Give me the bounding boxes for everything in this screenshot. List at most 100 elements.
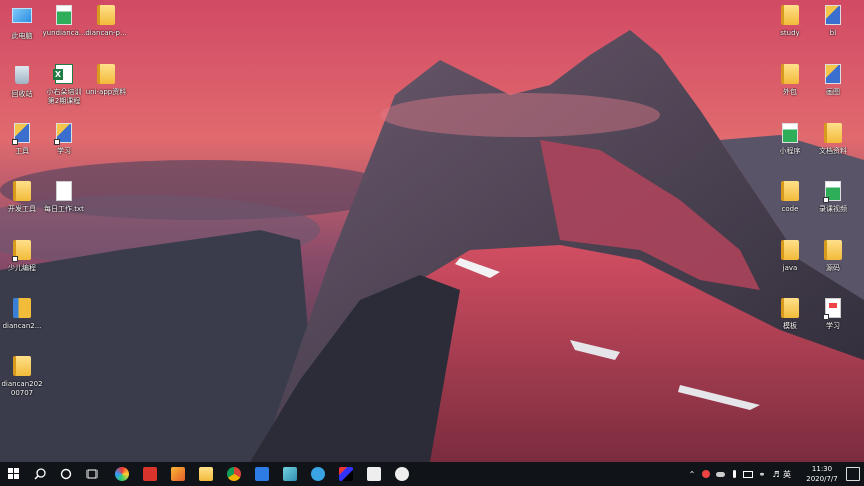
tray-mic[interactable] <box>728 462 740 486</box>
folder-icon <box>13 181 31 201</box>
taskbar-file-explorer[interactable] <box>194 462 218 486</box>
desktop-icon-recorded-videos[interactable]: 录课视频 <box>811 181 855 214</box>
desktop-icon-yundianca[interactable]: yundianca... <box>42 5 86 38</box>
desktop-icon-template[interactable]: 模板 <box>768 298 812 331</box>
desktop-icon-diancan-p[interactable]: diancan-p... <box>84 5 128 38</box>
desktop-icon-bl[interactable]: bl <box>811 5 855 38</box>
clock-time: 11:30 <box>811 465 833 473</box>
wallpaper-mountain <box>0 0 864 462</box>
desktop-icon-mini-program[interactable]: 小程序 <box>768 123 812 156</box>
icon-label: diancan-p... <box>85 29 127 37</box>
taskbar-app-1[interactable] <box>110 462 134 486</box>
task-view-icon <box>86 469 98 479</box>
wifi-icon: ⚭ <box>758 469 766 479</box>
excel-icon <box>53 64 73 84</box>
desktop-icon-diancan-zip[interactable]: diancan2... <box>0 298 44 331</box>
teal-app-icon <box>283 467 297 481</box>
computer-icon <box>12 8 32 23</box>
folder-icon <box>781 5 799 25</box>
shortcut-icon <box>56 123 72 143</box>
system-clock[interactable]: 11:30 2020/7/7 <box>802 464 842 484</box>
taskbar-app-9[interactable] <box>334 462 358 486</box>
desktop-icon-daily-work[interactable]: 每日工作.txt <box>42 181 86 214</box>
file-icon <box>56 5 72 25</box>
icon-label: diancan2... <box>2 322 42 330</box>
archive-icon <box>13 298 31 318</box>
desktop-icon-study[interactable]: 学习 <box>42 123 86 156</box>
folder-icon <box>824 240 842 260</box>
speaker-icon: ♬ <box>772 469 780 479</box>
icon-label: yundianca... <box>42 29 86 37</box>
search-button[interactable] <box>28 462 52 486</box>
taskbar-app-2[interactable] <box>138 462 162 486</box>
windows-icon <box>8 468 19 479</box>
tray-network[interactable]: ⚭ <box>756 462 768 486</box>
folder-icon <box>97 5 115 25</box>
orange-app-icon <box>171 467 185 481</box>
desktop-icon-diancan-folder[interactable]: diancan202 00707 <box>0 356 44 398</box>
desktop-icon-outsource[interactable]: 外包 <box>768 64 812 97</box>
chat-icon <box>395 467 409 481</box>
desktop-icon-java[interactable]: java <box>768 240 812 273</box>
shortcut-icon <box>13 240 31 260</box>
taskbar-chrome[interactable] <box>222 462 246 486</box>
text-file-icon <box>56 181 72 201</box>
icon-label: 小程序 <box>779 147 801 155</box>
desktop-icon-study-pdf[interactable]: 学习 <box>811 298 855 331</box>
show-hidden-icons[interactable]: ⌃ <box>686 462 698 486</box>
icon-label: bl <box>829 29 837 37</box>
desktop-icon-dev-tools[interactable]: 开发工具 <box>0 181 44 214</box>
desktop-icon-uni-app[interactable]: uni-app资料 <box>84 64 128 97</box>
desktop-icon-kids-coding[interactable]: 少儿编程 <box>0 240 44 273</box>
taskbar-app-8[interactable] <box>306 462 330 486</box>
icon-label: 学习 <box>57 147 71 155</box>
desktop-icon-this-pc[interactable]: 此电脑 <box>0 5 44 41</box>
taskbar: ⌃ ⚭ ♬ 英 11:30 2020/7/7 <box>0 462 864 486</box>
desktop-icon-docs[interactable]: 文档资料 <box>811 123 855 156</box>
taskbar-app-6[interactable] <box>250 462 274 486</box>
tray-app-red[interactable] <box>700 462 712 486</box>
desktop-icon-course-excel[interactable]: 小右朵培训 第2期课程大... <box>42 64 86 106</box>
input-method-indicator[interactable]: 英 <box>780 462 794 486</box>
icon-label: diancan202 00707 <box>1 380 43 397</box>
shortcut-icon <box>825 181 841 201</box>
icon-label: 模板 <box>783 322 797 330</box>
red-app-icon <box>143 467 157 481</box>
icon-label: 回收站 <box>11 90 33 98</box>
taskbar-app-3[interactable] <box>166 462 190 486</box>
desktop-icon-recycle-bin[interactable]: 回收站 <box>0 64 44 99</box>
desktop-icon-source-code[interactable]: 源码 <box>811 240 855 273</box>
icon-label: 此电脑 <box>11 32 33 40</box>
file-icon <box>825 64 841 84</box>
typora-app-icon <box>367 467 381 481</box>
battery-icon <box>743 470 753 478</box>
recycle-bin-icon <box>15 66 29 84</box>
taskbar-app-7[interactable] <box>278 462 302 486</box>
desktop-icon-tools[interactable]: 工具 <box>0 123 44 156</box>
shortcut-icon <box>14 123 30 143</box>
desktop-icon-study-folder[interactable]: study <box>768 5 812 38</box>
icon-label: 文档资料 <box>819 147 847 155</box>
file-icon <box>825 5 841 25</box>
taskbar-app-10[interactable] <box>362 462 386 486</box>
notification-center-button[interactable] <box>846 467 860 481</box>
icon-label: 每日工作.txt <box>44 205 84 213</box>
icon-label: 开发工具 <box>8 205 36 213</box>
icon-label: 小右朵培训 第2期课程大... <box>46 88 82 105</box>
icon-label: 学习 <box>826 322 840 330</box>
tray-cloud[interactable] <box>714 462 726 486</box>
cloud-app-icon <box>311 467 325 481</box>
icon-label: 源码 <box>826 264 840 272</box>
taskbar-wechat[interactable] <box>390 462 414 486</box>
task-view-button[interactable] <box>80 462 104 486</box>
tray-battery[interactable] <box>742 462 754 486</box>
desktop-icon-drawing[interactable]: 画图 <box>811 64 855 97</box>
chevron-up-icon: ⌃ <box>688 469 696 479</box>
blue-app-icon <box>255 467 269 481</box>
start-button[interactable] <box>2 462 26 486</box>
icon-label: 画图 <box>826 88 840 96</box>
desktop[interactable]: 此电脑 yundianca... diancan-p... 回收站 小右朵培训 … <box>0 0 864 462</box>
desktop-icon-code[interactable]: code <box>768 181 812 214</box>
cortana-button[interactable] <box>54 462 78 486</box>
folder-icon <box>781 298 799 318</box>
